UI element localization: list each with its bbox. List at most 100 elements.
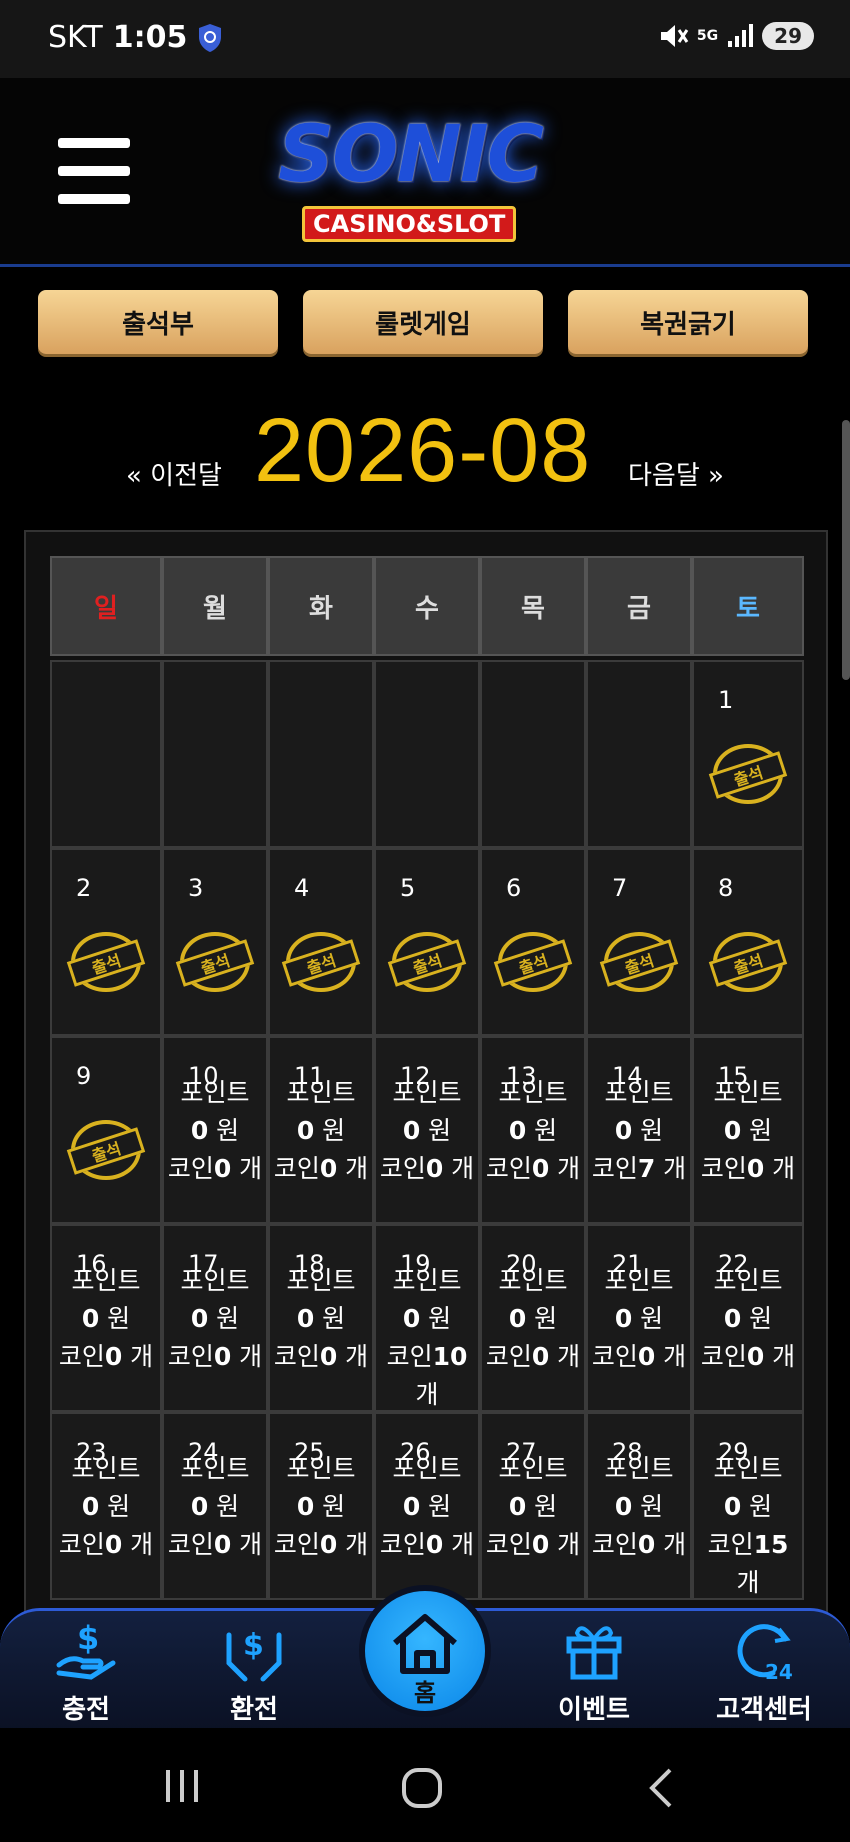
point-value: 0 원 [402,1492,452,1521]
calendar-day-6[interactable]: 6 출석 [480,848,586,1036]
day-reward-summary: 포인트 0 원 코인0 개 [164,1074,266,1188]
attendance-stamp-icon: 출석 [493,932,573,992]
day-reward-summary: 포인트 0 원 코인0 개 [52,1262,160,1376]
point-value: 0 원 [723,1304,773,1333]
calendar-day-25[interactable]: 25 포인트 0 원 코인0 개 [268,1412,374,1600]
day-reward-summary: 포인트 0 원 코인0 개 [164,1262,266,1376]
coin-value: 코인0 개 [167,1342,263,1371]
calendar-day-28[interactable]: 28 포인트 0 원 코인0 개 [586,1412,692,1600]
prev-month-link[interactable]: « 이전달 [126,455,222,492]
point-value: 0 원 [81,1492,131,1521]
exchange-icon: $ [226,1628,282,1682]
point-value: 0 원 [614,1116,664,1145]
gift-icon [566,1626,622,1680]
back-icon[interactable] [646,1766,676,1810]
calendar-day-11[interactable]: 11 포인트 0 원 코인0 개 [268,1036,374,1224]
calendar-day-8[interactable]: 8 출석 [692,848,804,1036]
roulette-button[interactable]: 룰렛게임 [303,290,543,354]
day-number: 9 [76,1062,92,1090]
day-reward-summary: 포인트 0 원 코인0 개 [482,1074,584,1188]
attendance-stamp-icon: 출석 [387,932,467,992]
nav-support[interactable]: 24 고객센터 [694,1615,834,1726]
coin-value: 코인0 개 [167,1530,263,1559]
day-number: 5 [400,874,416,902]
calendar-day-26[interactable]: 26 포인트 0 원 코인0 개 [374,1412,480,1600]
calendar-day-24[interactable]: 24 포인트 0 원 코인0 개 [162,1412,268,1600]
calendar-day-21[interactable]: 21 포인트 0 원 코인0 개 [586,1224,692,1412]
point-label: 포인트 [392,1454,462,1483]
svg-text:$: $ [243,1628,264,1663]
calendar-day-1[interactable]: 1 출석 [692,660,804,848]
coin-value: 코인0 개 [58,1530,154,1559]
calendar-day-4[interactable]: 4 출석 [268,848,374,1036]
coin-value: 코인15 개 [707,1530,789,1597]
attendance-stamp-icon: 출석 [708,744,788,804]
day-reward-summary: 포인트 0 원 코인0 개 [588,1262,690,1376]
hamburger-menu-icon[interactable] [58,138,130,204]
calendar-day-27[interactable]: 27 포인트 0 원 코인0 개 [480,1412,586,1600]
calendar-day-18[interactable]: 18 포인트 0 원 코인0 개 [268,1224,374,1412]
calendar-empty-cell [586,660,692,848]
nav-exchange[interactable]: $ 환전 [184,1615,324,1726]
coin-value: 코인0 개 [379,1154,475,1183]
calendar-day-15[interactable]: 15 포인트 0 원 코인0 개 [692,1036,804,1224]
calendar-day-20[interactable]: 20 포인트 0 원 코인0 개 [480,1224,586,1412]
calendar-empty-cell [162,660,268,848]
nav-home-label: 홈 [413,1679,437,1707]
day-reward-summary: 포인트 0 원코인0 개 [52,1450,160,1564]
calendar-empty-cell [50,660,162,848]
point-value: 0 원 [402,1116,452,1145]
bottom-navigation: $ 충전 $ 환전 홈 이벤트 24 고객센터 [0,1585,850,1731]
point-label: 포인트 [286,1078,356,1107]
coin-value: 코인0 개 [485,1154,581,1183]
day-reward-summary: 포인트 0 원 코인0 개 [270,1450,372,1564]
point-label: 포인트 [71,1454,141,1483]
calendar-day-7[interactable]: 7 출석 [586,848,692,1036]
attendance-button[interactable]: 출석부 [38,290,278,354]
calendar-day-13[interactable]: 13 포인트 0 원 코인0 개 [480,1036,586,1224]
scratch-lottery-button[interactable]: 복권긁기 [568,290,808,354]
calendar-day-2[interactable]: 2 출석 [50,848,162,1036]
point-label: 포인트 [498,1266,568,1295]
calendar-day-23[interactable]: 23 포인트 0 원 코인0 개 [50,1412,162,1600]
attendance-stamp-icon: 출석 [281,932,361,992]
calendar-day-12[interactable]: 12 포인트 0 원 코인0 개 [374,1036,480,1224]
point-value: 0 원 [723,1492,773,1521]
recent-apps-icon[interactable] [162,1766,202,1806]
support-24-icon: 24 [737,1624,793,1684]
calendar-day-10[interactable]: 10 포인트 0 원 코인0 개 [162,1036,268,1224]
calendar-day-22[interactable]: 22 포인트 0 원 코인0 개 [692,1224,804,1412]
network-type: 5G [696,28,719,44]
coin-value: 코인0 개 [273,1342,369,1371]
calendar-day-16[interactable]: 16 포인트 0 원 코인0 개 [50,1224,162,1412]
calendar-day-14[interactable]: 14 포인트 0 원 코인7 개 [586,1036,692,1224]
calendar-day-29[interactable]: 29 포인트 0 원 코인15 개 [692,1412,804,1600]
calendar-day-3[interactable]: 3 출석 [162,848,268,1036]
calendar-day-9[interactable]: 9 출석 [50,1036,162,1224]
nav-deposit[interactable]: $ 충전 [16,1615,156,1726]
coin-value: 코인10 개 [386,1342,468,1409]
calendar-day-19[interactable]: 19 포인트 0 원 코인10 개 [374,1224,480,1412]
app-header: SONIC CASINO&SLOT [0,78,850,267]
nav-home[interactable]: 홈 [359,1585,491,1717]
scrollbar[interactable] [842,420,850,680]
coin-value: 코인0 개 [700,1154,796,1183]
home-system-icon[interactable] [400,1766,444,1810]
sonic-casino-logo[interactable]: SONIC CASINO&SLOT [258,102,608,242]
calendar-day-17[interactable]: 17 포인트 0 원 코인0 개 [162,1224,268,1412]
stamp-label: 출석 [493,939,573,987]
coin-value: 코인7 개 [591,1154,687,1183]
day-reward-summary: 포인트 0 원 코인0 개 [164,1450,266,1564]
coin-value: 코인0 개 [379,1530,475,1559]
calendar-day-5[interactable]: 5 출석 [374,848,480,1036]
day-reward-summary: 포인트 0 원 코인0 개 [270,1262,372,1376]
day-number: 2 [76,874,92,902]
point-label: 포인트 [713,1266,783,1295]
status-right: 5G 29 [659,22,814,50]
nav-event[interactable]: 이벤트 [524,1615,664,1726]
point-value: 0 원 [508,1304,558,1333]
point-label: 포인트 [392,1266,462,1295]
next-month-link[interactable]: 다음달 » [628,455,724,492]
battery-indicator: 29 [762,22,814,50]
point-label: 포인트 [604,1078,674,1107]
